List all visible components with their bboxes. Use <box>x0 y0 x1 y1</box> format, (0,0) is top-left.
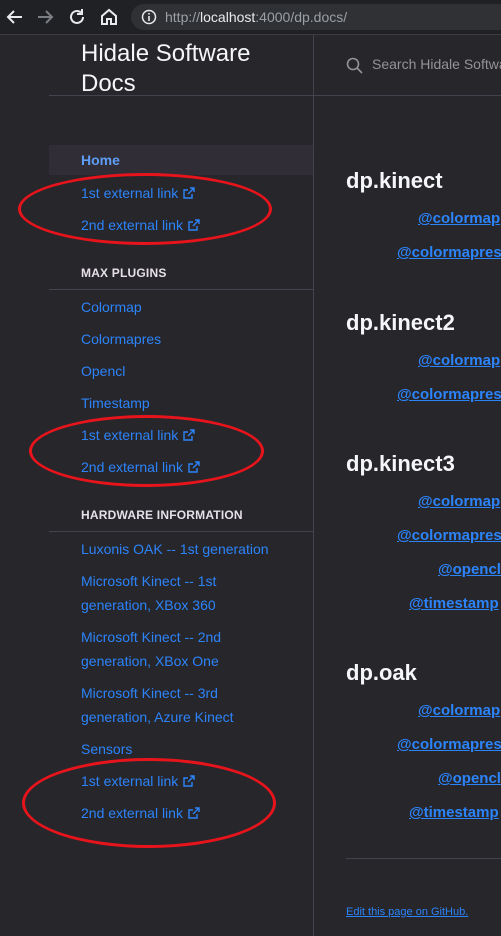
sidebar-item-luxonis-oak[interactable]: Luxonis OAK -- 1st generation <box>81 537 296 561</box>
hardware-external-link-2[interactable]: 2nd external link <box>81 801 296 825</box>
nav-section-max-plugins: MAX PLUGINS <box>81 266 167 280</box>
main-header <box>314 35 501 96</box>
sidebar-item-timestamp[interactable]: Timestamp <box>81 391 296 415</box>
search-icon <box>346 57 363 74</box>
link-timestamp[interactable]: @timestamp <box>409 804 499 821</box>
sidebar-external-link-1[interactable]: 1st external link <box>81 181 296 205</box>
sidebar-external-link-2[interactable]: 2nd external link <box>81 213 296 237</box>
sidebar-item-home[interactable]: Home <box>49 145 313 175</box>
sidebar-divider <box>49 95 313 96</box>
external-link-icon <box>183 775 195 787</box>
reload-icon[interactable] <box>66 6 88 28</box>
link-colormapres[interactable]: @colormapres <box>397 244 501 261</box>
forward-arrow-icon[interactable] <box>34 6 56 28</box>
link-colormap[interactable]: @colormap <box>418 210 500 227</box>
content-divider <box>346 858 501 859</box>
site-title[interactable]: Hidale Software Docs <box>81 39 301 99</box>
external-link-icon <box>188 807 200 819</box>
browser-toolbar: http://localhost:4000/dp.docs/ <box>0 0 501 35</box>
max-plugins-external-link-2[interactable]: 2nd external link <box>81 455 296 479</box>
hardware-external-link-1[interactable]: 1st external link <box>81 769 296 793</box>
link-opencl[interactable]: @opencl <box>438 561 501 578</box>
section-title-dp-kinect2: dp.kinect2 <box>346 310 455 335</box>
link-colormap[interactable]: @colormap <box>418 352 500 369</box>
sidebar-item-kinect-1[interactable]: Microsoft Kinect -- 1st generation, XBox … <box>81 569 296 617</box>
link-colormap[interactable]: @colormap <box>418 493 500 510</box>
sidebar-item-kinect-2[interactable]: Microsoft Kinect -- 2nd generation, XBox … <box>81 625 296 673</box>
external-link-icon <box>188 219 200 231</box>
sidebar-item-kinect-3[interactable]: Microsoft Kinect -- 3rd generation, Azure… <box>81 681 296 729</box>
sidebar: Hidale Software Docs Home 1st external l… <box>0 35 314 936</box>
max-plugins-external-link-1[interactable]: 1st external link <box>81 423 296 447</box>
back-arrow-icon[interactable] <box>4 6 26 28</box>
section-title-dp-kinect: dp.kinect <box>346 168 443 193</box>
section-title-dp-kinect3: dp.kinect3 <box>346 451 455 476</box>
link-colormap[interactable]: @colormap <box>418 702 500 719</box>
sidebar-item-opencl[interactable]: Opencl <box>81 359 296 383</box>
sidebar-divider <box>49 289 313 290</box>
link-timestamp[interactable]: @timestamp <box>409 595 499 612</box>
link-opencl[interactable]: @opencl <box>438 770 501 787</box>
external-link-icon <box>183 429 195 441</box>
external-link-icon <box>183 187 195 199</box>
search-input[interactable] <box>370 55 501 73</box>
link-colormapres[interactable]: @colormapres <box>397 527 501 544</box>
link-colormapres[interactable]: @colormapres <box>397 386 501 403</box>
link-colormapres[interactable]: @colormapres <box>397 736 501 753</box>
info-icon[interactable] <box>141 9 157 25</box>
edit-on-github-link[interactable]: Edit this page on GitHub. <box>346 906 468 918</box>
url-text: http://localhost:4000/dp.docs/ <box>165 9 348 25</box>
address-bar[interactable]: http://localhost:4000/dp.docs/ <box>131 4 501 30</box>
home-icon[interactable] <box>98 6 120 28</box>
sidebar-divider <box>49 531 313 532</box>
sidebar-item-sensors[interactable]: Sensors <box>81 737 296 761</box>
sidebar-item-colormapres[interactable]: Colormapres <box>81 327 296 351</box>
sidebar-item-colormap[interactable]: Colormap <box>81 295 296 319</box>
nav-section-hardware-information: HARDWARE INFORMATION <box>81 508 243 522</box>
external-link-icon <box>188 461 200 473</box>
section-title-dp-oak: dp.oak <box>346 660 417 685</box>
